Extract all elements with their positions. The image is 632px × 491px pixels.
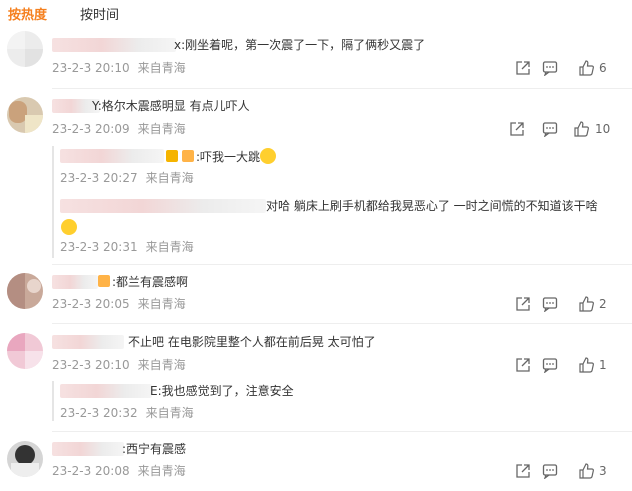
tab-by-popularity[interactable]: 按热度 — [8, 4, 47, 23]
laugh-cry-emoji-icon — [61, 219, 77, 235]
avatar[interactable] — [7, 441, 43, 477]
comment-date: 23-2-3 20:05 — [52, 297, 130, 311]
username[interactable] — [52, 275, 98, 289]
comment-icon[interactable] — [542, 121, 558, 137]
comment-actions: 3 — [515, 463, 625, 479]
divider — [52, 323, 632, 324]
comment-text: x:刚坐着呢，第一次震了一下，隔了俩秒又震了 — [174, 38, 426, 52]
smile-emoji-icon — [260, 148, 277, 164]
share-icon[interactable] — [515, 463, 531, 479]
divider — [52, 431, 632, 432]
comment-text: Y:格尔木震感明显 有点儿吓人 — [92, 99, 250, 113]
avatar[interactable] — [7, 333, 43, 369]
comment-source: 来自青海 — [137, 297, 186, 311]
reply-source: 来自青海 — [145, 240, 194, 254]
reply-body: :吓我一大跳 — [196, 150, 261, 164]
comment-meta: 23-2-3 20:10 来自青海 — [52, 358, 186, 372]
share-icon[interactable] — [515, 357, 531, 373]
username[interactable] — [52, 38, 176, 52]
comment-actions: 10 — [509, 121, 629, 137]
reply-meta: 23-2-3 20:27 来自青海 — [60, 171, 194, 185]
like-icon[interactable] — [573, 121, 589, 137]
share-icon[interactable] — [515, 60, 531, 76]
reply-thread-bar — [52, 381, 54, 421]
reply-meta: 23-2-3 20:31 来自青海 — [60, 240, 194, 254]
reply-username[interactable] — [60, 199, 266, 213]
reply-source: 来自青海 — [145, 171, 194, 185]
reply-username[interactable] — [60, 149, 164, 163]
like-count: 1 — [599, 358, 607, 372]
reply-text: 对哈 躺床上刷手机都给我晃恶心了 一时之间慌的不知道该干啥 — [266, 199, 598, 213]
fan-badge-icon — [182, 150, 194, 162]
avatar[interactable] — [7, 273, 43, 309]
comment-source: 来自青海 — [137, 122, 186, 136]
comment-source: 来自青海 — [137, 464, 186, 478]
comment-meta: 23-2-3 20:05 来自青海 — [52, 297, 186, 311]
comment-text: :西宁有震感 — [122, 442, 187, 456]
like-count: 3 — [599, 464, 607, 478]
like-icon[interactable] — [578, 357, 594, 373]
comment-meta: 23-2-3 20:08 来自青海 — [52, 464, 186, 478]
username[interactable] — [52, 442, 124, 456]
vip-badge-icon — [166, 150, 178, 162]
comment-actions: 6 — [515, 60, 625, 76]
username[interactable] — [52, 335, 124, 349]
divider — [52, 88, 632, 89]
reply-text: :吓我一大跳 — [164, 148, 277, 164]
comment-text: :都兰有震感啊 — [96, 275, 188, 289]
like-count: 2 — [599, 297, 607, 311]
comment-meta: 23-2-3 20:09 来自青海 — [52, 122, 186, 136]
divider — [52, 264, 632, 265]
comment-icon[interactable] — [542, 296, 558, 312]
comment-date: 23-2-3 20:10 — [52, 358, 130, 372]
like-icon[interactable] — [578, 296, 594, 312]
reply-date: 23-2-3 20:31 — [60, 240, 138, 254]
comment-source: 来自青海 — [137, 61, 186, 75]
comment-date: 23-2-3 20:10 — [52, 61, 130, 75]
reply-source: 来自青海 — [145, 406, 194, 420]
share-icon[interactable] — [515, 296, 531, 312]
comment-date: 23-2-3 20:09 — [52, 122, 130, 136]
comment-icon[interactable] — [542, 357, 558, 373]
comment-icon[interactable] — [542, 463, 558, 479]
comment-source: 来自青海 — [137, 358, 186, 372]
like-icon[interactable] — [578, 463, 594, 479]
sort-tabs: 按热度 按时间 — [0, 0, 632, 30]
avatar[interactable] — [7, 31, 43, 67]
comment-text: 不止吧 在电影院里整个人都在前后晃 太可怕了 — [128, 335, 376, 349]
comment-icon[interactable] — [542, 60, 558, 76]
comment-body: :都兰有震感啊 — [112, 275, 189, 289]
reply-date: 23-2-3 20:27 — [60, 171, 138, 185]
comment-actions: 2 — [515, 296, 625, 312]
comment-meta: 23-2-3 20:10 来自青海 — [52, 61, 186, 75]
avatar[interactable] — [7, 97, 43, 133]
reply-thread-bar — [52, 146, 54, 258]
reply-meta: 23-2-3 20:32 来自青海 — [60, 406, 194, 420]
share-icon[interactable] — [509, 121, 525, 137]
like-count: 6 — [599, 61, 607, 75]
fan-badge-icon — [98, 275, 110, 287]
reply-text: E:我也感觉到了，注意安全 — [150, 384, 294, 398]
comment-date: 23-2-3 20:08 — [52, 464, 130, 478]
tab-by-time[interactable]: 按时间 — [80, 4, 119, 23]
reply-date: 23-2-3 20:32 — [60, 406, 138, 420]
like-icon[interactable] — [578, 60, 594, 76]
like-count: 10 — [595, 122, 611, 136]
comment-actions: 1 — [515, 357, 625, 373]
reply-username[interactable] — [60, 384, 152, 398]
